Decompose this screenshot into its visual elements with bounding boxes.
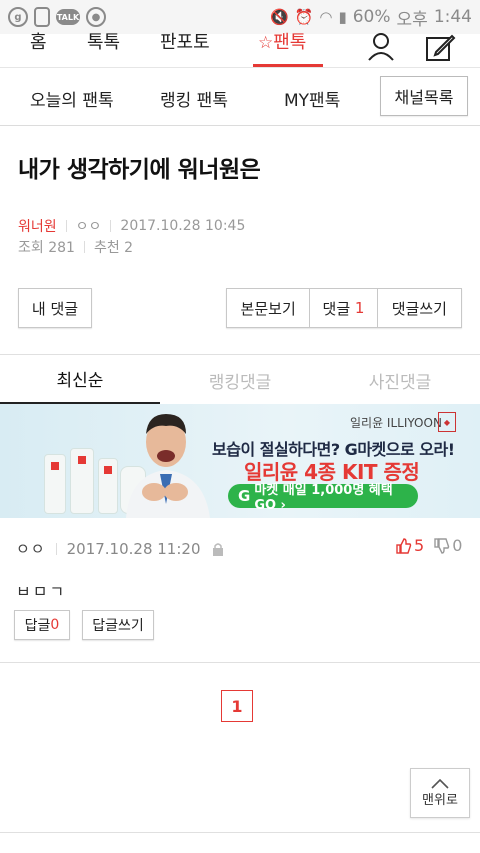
post-recommends: 추천 2 (93, 240, 134, 256)
write-comment-button[interactable]: 댓글쓰기 (378, 289, 461, 327)
post-views: 조회 281 (18, 240, 75, 256)
comment-meta: ㅇㅇ 2017.10.28 11:20 (16, 538, 225, 559)
back-to-top-label: 맨위로 (422, 792, 458, 808)
thumbs-up-icon (396, 537, 412, 554)
wifi-icon: ◠ (319, 8, 333, 26)
reply-label: 답글 (24, 618, 51, 634)
top-nav: 홈 톡톡 판포토 ☆팬톡 (0, 32, 480, 68)
thumbs-down-icon (434, 537, 450, 554)
meta-separator (65, 220, 67, 232)
comment-label: 댓글 (322, 299, 351, 318)
status-icons-right: 🔇 ⏰ ◠ ▮ 60% 오후 1:44 (270, 5, 472, 30)
post-meta-line2: 조회 281 추천 2 (18, 237, 133, 257)
ad-brand: 일리윤 ILLIYOON (350, 416, 442, 430)
signal-icon: ▮ (338, 8, 347, 26)
nav-pantok-label: 팬톡 (273, 32, 307, 53)
notification-icon: ● (86, 7, 106, 27)
ad-cta-text: 마켓 매일 1,000명 혜택 GO › (254, 483, 393, 513)
status-icons-left: g TALK ● (8, 7, 106, 27)
channel-list-button[interactable]: 채널목록 (380, 76, 468, 116)
reply-button[interactable]: 답글 0 (14, 610, 70, 640)
tab-photo-comments[interactable]: 사진댓글 (320, 355, 480, 405)
post-meta-line1: 워너원 ㅇㅇ 2017.10.28 10:45 (18, 216, 245, 236)
time-ampm: 오후 (396, 9, 428, 30)
post-datetime: 2017.10.28 10:45 (120, 218, 246, 234)
comment-datetime: 2017.10.28 11:20 (66, 539, 201, 558)
lock-icon (212, 542, 223, 556)
upvote-button[interactable]: 5 (396, 536, 424, 555)
write-icon[interactable] (424, 32, 456, 62)
downvote-count: 0 (452, 536, 463, 555)
post-author[interactable]: ㅇㅇ (76, 216, 102, 236)
g-app-icon: g (8, 7, 28, 27)
bottom-divider (0, 832, 480, 833)
tab-ranking-comments[interactable]: 랭킹댓글 (160, 355, 320, 405)
star-icon: ☆ (258, 33, 274, 53)
nav-pantok[interactable]: ☆팬톡 (258, 28, 306, 54)
upvote-count: 5 (414, 536, 425, 555)
comments-divider (0, 662, 480, 663)
sub-nav: 오늘의 팬톡 랭킹 팬톡 MY팬톡 채널목록 (0, 68, 480, 126)
comment-count: 1 (354, 299, 365, 317)
ad-banner[interactable]: 일리윤 ILLIYOON ◆ 보습이 절실하다면? G마켓으로 오라! 일리윤 … (0, 404, 480, 518)
ad-cta: G 마켓 매일 1,000명 혜택 GO › (228, 483, 418, 513)
my-comment-button[interactable]: 내 댓글 (18, 288, 92, 328)
comment-count-button[interactable]: 댓글 1 (310, 289, 378, 327)
alarm-icon: ⏰ (294, 8, 314, 26)
comment-votes: 5 0 (396, 536, 462, 555)
battery-level: 60% (352, 7, 391, 27)
talk-icon: TALK (56, 9, 80, 25)
back-to-top-button[interactable]: 맨위로 (410, 768, 470, 818)
subnav-today-pantok[interactable]: 오늘의 팬톡 (30, 86, 114, 111)
status-bar: g TALK ● 🔇 ⏰ ◠ ▮ 60% 오후 1:44 (0, 0, 480, 34)
reply-count: 0 (50, 617, 60, 633)
nav-home[interactable]: 홈 (30, 28, 47, 54)
subnav-ranking-pantok[interactable]: 랭킹 팬톡 (160, 86, 228, 111)
downvote-button[interactable]: 0 (434, 536, 462, 555)
mute-icon: 🔇 (270, 8, 289, 26)
post-channel-link[interactable]: 워너원 (18, 216, 57, 236)
page-number-current[interactable]: 1 (221, 690, 253, 722)
meta-separator (55, 542, 57, 555)
active-tab-indicator (253, 64, 323, 67)
brand-seal: ◆ (438, 412, 456, 432)
model-image (126, 414, 210, 518)
post-action-group: 본문보기 댓글 1 댓글쓰기 (226, 288, 462, 328)
meta-separator (110, 220, 112, 232)
tab-newest[interactable]: 최신순 (0, 355, 160, 405)
phone-icon (34, 7, 50, 27)
comment-body: ㅂㅁㄱ (16, 582, 67, 601)
chevron-up-icon (431, 778, 449, 789)
gmarket-logo: G (238, 487, 251, 505)
post-title: 내가 생각하기에 워너원은 (18, 157, 261, 183)
subnav-my-pantok[interactable]: MY팬톡 (284, 86, 340, 111)
user-icon[interactable] (366, 32, 396, 62)
time: 1:44 (433, 7, 472, 27)
nav-panpoto[interactable]: 판포토 (160, 28, 210, 54)
view-body-button[interactable]: 본문보기 (227, 289, 311, 327)
write-reply-button[interactable]: 답글쓰기 (82, 610, 154, 640)
comment-sort-tabs: 최신순 랭킹댓글 사진댓글 (0, 354, 480, 405)
meta-separator (83, 241, 85, 253)
comment-author[interactable]: ㅇㅇ (16, 538, 46, 559)
nav-dokdok[interactable]: 톡톡 (87, 28, 120, 54)
